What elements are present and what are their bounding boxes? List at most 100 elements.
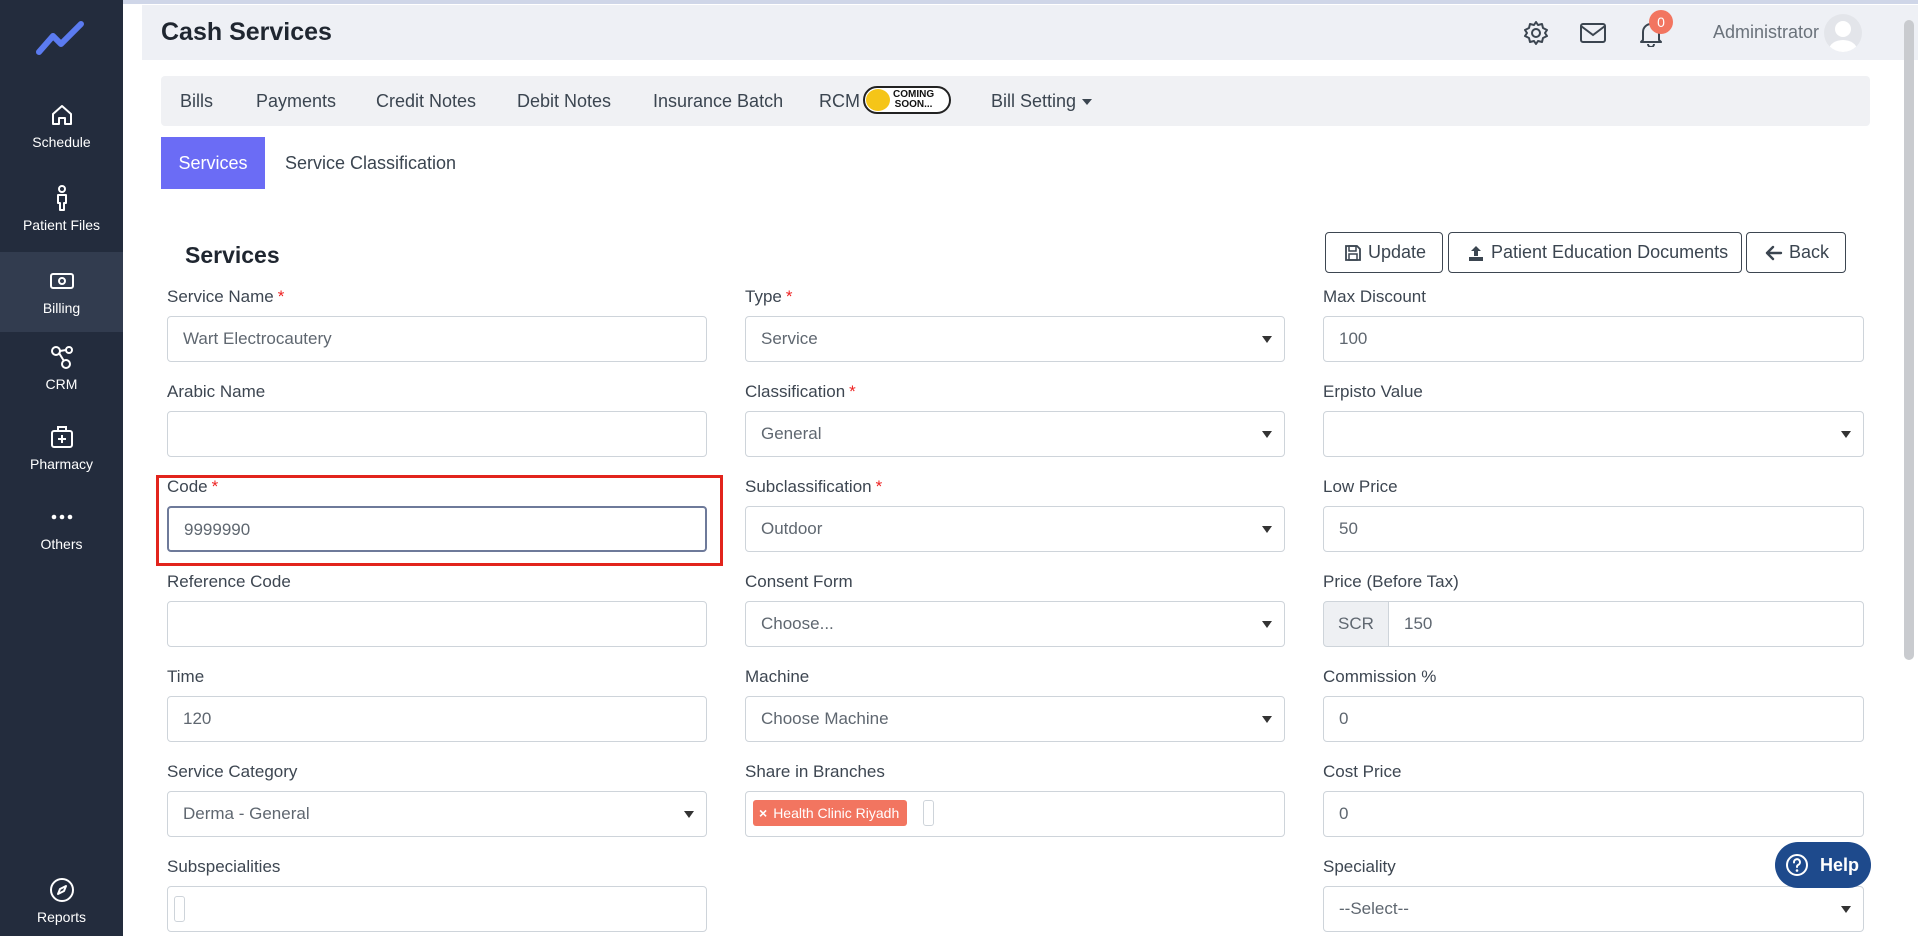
reference-code-input[interactable] <box>167 601 707 647</box>
megaphone-icon <box>866 89 890 111</box>
page-title: Cash Services <box>161 18 332 46</box>
service-category-select[interactable]: Derma - General <box>167 791 707 837</box>
tab-bill-setting-label: Bill Setting <box>991 91 1077 111</box>
service-name-label: Service Name * <box>167 287 285 306</box>
patient-education-documents-button[interactable]: Patient Education Documents <box>1448 232 1742 273</box>
coming-soon-badge: COMING SOON... <box>863 86 951 114</box>
question-circle-icon <box>1786 854 1808 876</box>
subtab-services[interactable]: Services <box>161 137 265 189</box>
help-button[interactable]: Help <box>1775 842 1871 888</box>
cost-price-label: Cost Price <box>1323 762 1402 781</box>
reference-code-label: Reference Code <box>167 572 291 591</box>
cost-price-input[interactable]: 0 <box>1323 791 1864 837</box>
update-button-label: Update <box>1368 242 1427 262</box>
sidebar: Schedule Patient Files Billing CRM Pharm… <box>0 0 123 936</box>
machine-select[interactable]: Choose Machine <box>745 696 1285 742</box>
upload-icon <box>1469 246 1483 261</box>
share-in-branches-label: Share in Branches <box>745 762 885 781</box>
commission-input[interactable]: 0 <box>1323 696 1864 742</box>
mail-icon[interactable] <box>1579 19 1607 47</box>
consent-form-label: Consent Form <box>745 572 853 591</box>
subclassification-label: Subclassification * <box>745 477 883 496</box>
avatar[interactable] <box>1824 14 1862 52</box>
sidebar-item-label: Billing <box>42 300 81 316</box>
remove-tag-icon[interactable]: × <box>759 805 767 821</box>
machine-label: Machine <box>745 667 810 686</box>
branch-tag: × Health Clinic Riyadh <box>753 800 908 826</box>
gear-icon[interactable] <box>1522 19 1550 47</box>
top-header: Cash Services 0 Administrator <box>142 5 1918 60</box>
more-dots-icon <box>51 514 72 520</box>
arabic-name-label: Arabic Name <box>167 382 266 401</box>
currency-addon: SCR <box>1323 601 1389 647</box>
back-button-label: Back <box>1789 242 1830 262</box>
arabic-name-input[interactable] <box>167 411 707 457</box>
time-label: Time <box>167 667 205 686</box>
sidebar-item-pharmacy[interactable]: Pharmacy <box>0 424 123 502</box>
patient-education-documents-label: Patient Education Documents <box>1491 242 1729 262</box>
speciality-select[interactable]: --Select-- <box>1323 886 1864 932</box>
branches-search-box[interactable] <box>923 800 934 826</box>
tab-bill-setting[interactable]: Bill Setting <box>991 91 1093 112</box>
coming-soon-line2: SOON... <box>894 99 933 110</box>
code-input[interactable]: 9999990 <box>167 506 707 552</box>
time-input[interactable]: 120 <box>167 696 707 742</box>
low-price-label: Low Price <box>1323 477 1398 496</box>
user-name[interactable]: Administrator <box>1713 22 1819 43</box>
tab-credit-notes[interactable]: Credit Notes <box>376 91 476 112</box>
user-avatar-icon <box>1829 21 1857 52</box>
sidebar-item-label: Pharmacy <box>29 456 94 472</box>
subclassification-select[interactable]: Outdoor <box>745 506 1285 552</box>
network-icon <box>50 346 73 369</box>
price-before-tax-label: Price (Before Tax) <box>1323 572 1459 591</box>
home-icon <box>51 105 72 125</box>
back-button[interactable]: Back <box>1746 232 1846 273</box>
subtab-service-classification[interactable]: Service Classification <box>285 153 456 174</box>
sidebar-item-label: Others <box>40 536 83 552</box>
subspecialities-search-box[interactable] <box>174 896 185 922</box>
money-icon <box>49 273 74 289</box>
branch-tag-label: Health Clinic Riyadh <box>773 805 900 821</box>
tab-payments[interactable]: Payments <box>256 91 336 112</box>
erpisto-value-label: Erpisto Value <box>1323 382 1423 401</box>
sidebar-item-label: CRM <box>45 376 78 392</box>
sidebar-item-others[interactable]: Others <box>0 504 123 582</box>
arrow-left-icon <box>1765 245 1783 261</box>
help-button-label: Help <box>1820 855 1860 875</box>
service-category-label: Service Category <box>167 762 298 781</box>
medical-kit-icon <box>50 426 73 448</box>
speciality-label: Speciality <box>1323 857 1396 876</box>
low-price-input[interactable]: 50 <box>1323 506 1864 552</box>
code-label: Code * <box>167 477 219 496</box>
price-before-tax-input[interactable]: 150 <box>1388 601 1864 647</box>
classification-select[interactable]: General <box>745 411 1285 457</box>
update-button[interactable]: Update <box>1325 232 1443 273</box>
tab-rcm[interactable]: RCM <box>819 91 860 112</box>
sidebar-item-billing[interactable]: Billing <box>0 252 123 332</box>
max-discount-input[interactable]: 100 <box>1323 316 1864 362</box>
caret-down-icon <box>1082 99 1093 106</box>
tab-debit-notes[interactable]: Debit Notes <box>517 91 611 112</box>
notification-badge: 0 <box>1649 10 1673 34</box>
app-logo-icon[interactable] <box>35 18 87 58</box>
type-select[interactable]: Service <box>745 316 1285 362</box>
service-name-input[interactable]: Wart Electrocautery <box>167 316 707 362</box>
erpisto-value-select[interactable] <box>1323 411 1864 457</box>
sidebar-item-label: Schedule <box>32 134 91 150</box>
sidebar-item-reports[interactable]: Reports <box>0 877 123 936</box>
tab-insurance-batch[interactable]: Insurance Batch <box>653 91 783 112</box>
person-icon <box>56 185 67 211</box>
sidebar-item-schedule[interactable]: Schedule <box>0 102 123 180</box>
classification-label: Classification * <box>745 382 856 401</box>
section-title: Services <box>185 242 280 268</box>
sidebar-item-crm[interactable]: CRM <box>0 344 123 422</box>
subspecialities-input[interactable] <box>167 886 707 932</box>
top-border <box>0 0 1918 4</box>
consent-form-select[interactable]: Choose... <box>745 601 1285 647</box>
subspecialities-label: Subspecialities <box>167 857 281 876</box>
tab-bills[interactable]: Bills <box>180 91 213 112</box>
vertical-scrollbar[interactable] <box>1904 20 1914 660</box>
compass-icon <box>49 878 74 902</box>
save-icon <box>1345 245 1361 261</box>
sidebar-item-label: Patient Files <box>22 217 101 233</box>
